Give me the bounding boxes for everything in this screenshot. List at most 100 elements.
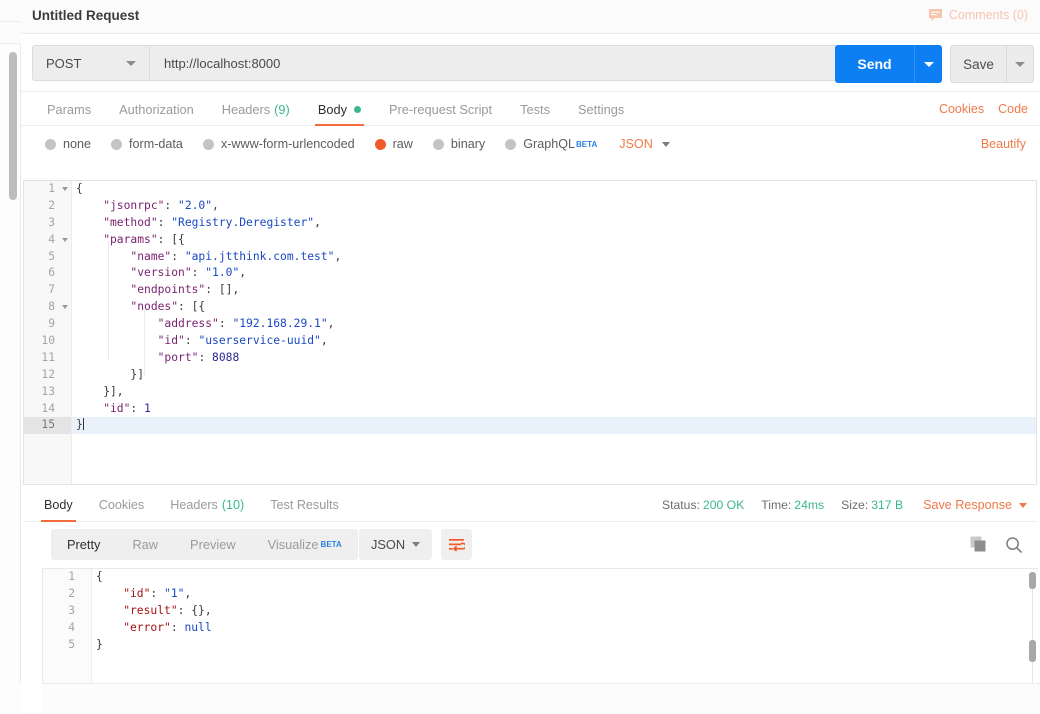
body-modified-dot-icon <box>353 105 361 113</box>
response-tabs: Body Cookies Headers (10) Test Results <box>31 488 352 522</box>
view-mode-label: Visualize <box>267 537 319 552</box>
send-options-button[interactable] <box>914 45 942 83</box>
line-number: 2 <box>48 198 55 212</box>
time-value: 24ms <box>794 498 825 512</box>
response-tab-headers[interactable]: Headers (10) <box>157 488 257 522</box>
bottom-filler <box>42 683 1040 714</box>
search-button[interactable] <box>1005 536 1023 554</box>
code-token: "id" <box>76 401 131 415</box>
code-line: { <box>72 181 1036 198</box>
beautify-button[interactable]: Beautify <box>981 126 1026 162</box>
link-cookies[interactable]: Cookies <box>939 102 984 116</box>
raw-format-label: JSON <box>619 137 653 151</box>
fold-arrow-icon[interactable] <box>62 237 68 242</box>
body-type-label: binary <box>450 137 486 151</box>
code-token: "nodes" <box>76 300 179 314</box>
code-token: : <box>170 620 185 634</box>
size-value: 317 B <box>871 498 904 512</box>
code-line: "params": [{ <box>72 232 1036 249</box>
copy-button[interactable] <box>970 536 987 553</box>
request-body-editor[interactable]: 1 2 3 4 5 6 7 8 9 10 11 12 13 14 15 { "jsonrpc": "2.0"… <box>23 180 1037 485</box>
code-token: } <box>96 637 103 651</box>
line-number: 9 <box>48 317 55 331</box>
body-type-form-data[interactable]: form-data <box>111 137 183 151</box>
response-scrollbar-thumb-bottom[interactable] <box>1029 640 1036 662</box>
request-tab-bar: Params Authorization Headers (9) Body Pre-req… <box>21 92 1040 126</box>
request-tab-headers[interactable]: Headers (9) <box>208 92 304 126</box>
line-number: 3 <box>48 215 55 229</box>
time-label: Time: <box>761 498 792 512</box>
save-button[interactable]: Save <box>950 45 1006 83</box>
send-button[interactable]: Send <box>835 45 914 83</box>
response-action-icons <box>970 529 1023 560</box>
http-method-dropdown[interactable]: POST <box>32 45 149 81</box>
request-tab-pre-request-script[interactable]: Pre-request Script <box>375 92 506 126</box>
tab-label: Cookies <box>98 498 145 512</box>
response-tab-cookies[interactable]: Cookies <box>86 488 158 522</box>
body-type-none[interactable]: none <box>45 137 91 151</box>
chevron-down-icon <box>1015 61 1025 67</box>
code-line: } <box>92 637 1038 654</box>
request-tabs: Params Authorization Headers (9) Body Pre-req… <box>32 92 638 126</box>
request-header-bar: Untitled Request Comments (0) <box>21 0 1040 34</box>
request-editor-gutter: 1 2 3 4 5 6 7 8 9 10 11 12 13 14 15 <box>24 181 72 484</box>
tab-label: Authorization <box>119 101 194 117</box>
fold-arrow-icon[interactable] <box>62 187 68 191</box>
save-response-button[interactable]: Save Response <box>923 498 1027 512</box>
chevron-down-icon <box>661 141 670 147</box>
body-type-radios: none form-data x-www-form-urlencoded raw bin… <box>45 126 670 162</box>
code-line: }] <box>72 367 1036 384</box>
save-options-button[interactable] <box>1006 45 1034 83</box>
code-token: "1" <box>164 586 185 600</box>
chevron-down-icon <box>412 542 420 547</box>
view-mode-raw[interactable]: Raw <box>116 529 174 560</box>
line-number: 8 <box>24 299 71 316</box>
body-type-raw[interactable]: raw <box>374 137 413 151</box>
line-number: 13 <box>41 384 55 398</box>
response-body-viewer[interactable]: 1 2 3 4 5 { "id": "1", "result": {}, "error"… <box>42 568 1038 683</box>
request-tab-authorization[interactable]: Authorization <box>105 92 208 126</box>
radio-icon <box>111 138 123 150</box>
view-mode-preview[interactable]: Preview <box>174 529 252 560</box>
body-type-binary[interactable]: binary <box>432 137 486 151</box>
response-meta: Status: 200 OK Time: 24ms Size: 317 B Save … <box>662 488 1027 522</box>
response-tab-test-results[interactable]: Test Results <box>257 488 352 522</box>
body-type-graphql[interactable]: GraphQL BETA <box>505 137 597 151</box>
response-format-dropdown[interactable]: JSON <box>359 529 432 560</box>
body-type-label: none <box>63 137 92 151</box>
code-token: "result" <box>96 603 178 617</box>
body-type-label: raw <box>392 137 413 151</box>
view-mode-pretty[interactable]: Pretty <box>51 529 116 560</box>
fold-arrow-icon[interactable] <box>62 305 68 310</box>
wrap-lines-button[interactable] <box>441 529 472 560</box>
body-type-label: x-www-form-urlencoded <box>220 137 355 151</box>
postman-window: Untitled Request Comments (0) POST http:… <box>0 0 1040 714</box>
view-mode-visualize[interactable]: Visualize BETA <box>252 529 358 560</box>
http-method-label: POST <box>46 55 82 71</box>
code-token: }] <box>76 367 145 381</box>
code-token: "2.0" <box>178 198 213 212</box>
comments-button[interactable]: Comments (0) <box>928 8 1028 22</box>
body-type-x-www-form-urlencoded[interactable]: x-www-form-urlencoded <box>202 137 355 151</box>
response-scrollbar-thumb-top[interactable] <box>1029 572 1036 589</box>
size-label: Size: <box>841 498 869 512</box>
request-tab-settings[interactable]: Settings <box>564 92 638 126</box>
link-code[interactable]: Code <box>998 102 1028 116</box>
request-editor-code[interactable]: { "jsonrpc": "2.0", "method": "Registry.… <box>72 181 1036 484</box>
request-tab-tests[interactable]: Tests <box>506 92 564 126</box>
sidebar-scrollbar-thumb[interactable] <box>9 52 17 200</box>
code-token: : <box>130 401 145 415</box>
line-number: 15 <box>24 417 71 435</box>
request-tab-body[interactable]: Body <box>304 92 375 126</box>
tab-label: Settings <box>577 101 625 117</box>
radio-icon <box>505 138 517 150</box>
raw-format-dropdown[interactable]: JSON <box>619 137 670 151</box>
url-input[interactable]: http://localhost:8000 <box>149 45 839 81</box>
beta-badge: BETA <box>576 139 598 149</box>
response-tab-body[interactable]: Body <box>31 488 86 522</box>
code-line: "address": "192.168.29.1", <box>72 316 1036 333</box>
code-line: "endpoints": [], <box>72 282 1036 299</box>
code-token: null <box>184 620 212 634</box>
request-tab-params[interactable]: Params <box>32 92 105 126</box>
chevron-down-icon <box>923 61 934 67</box>
